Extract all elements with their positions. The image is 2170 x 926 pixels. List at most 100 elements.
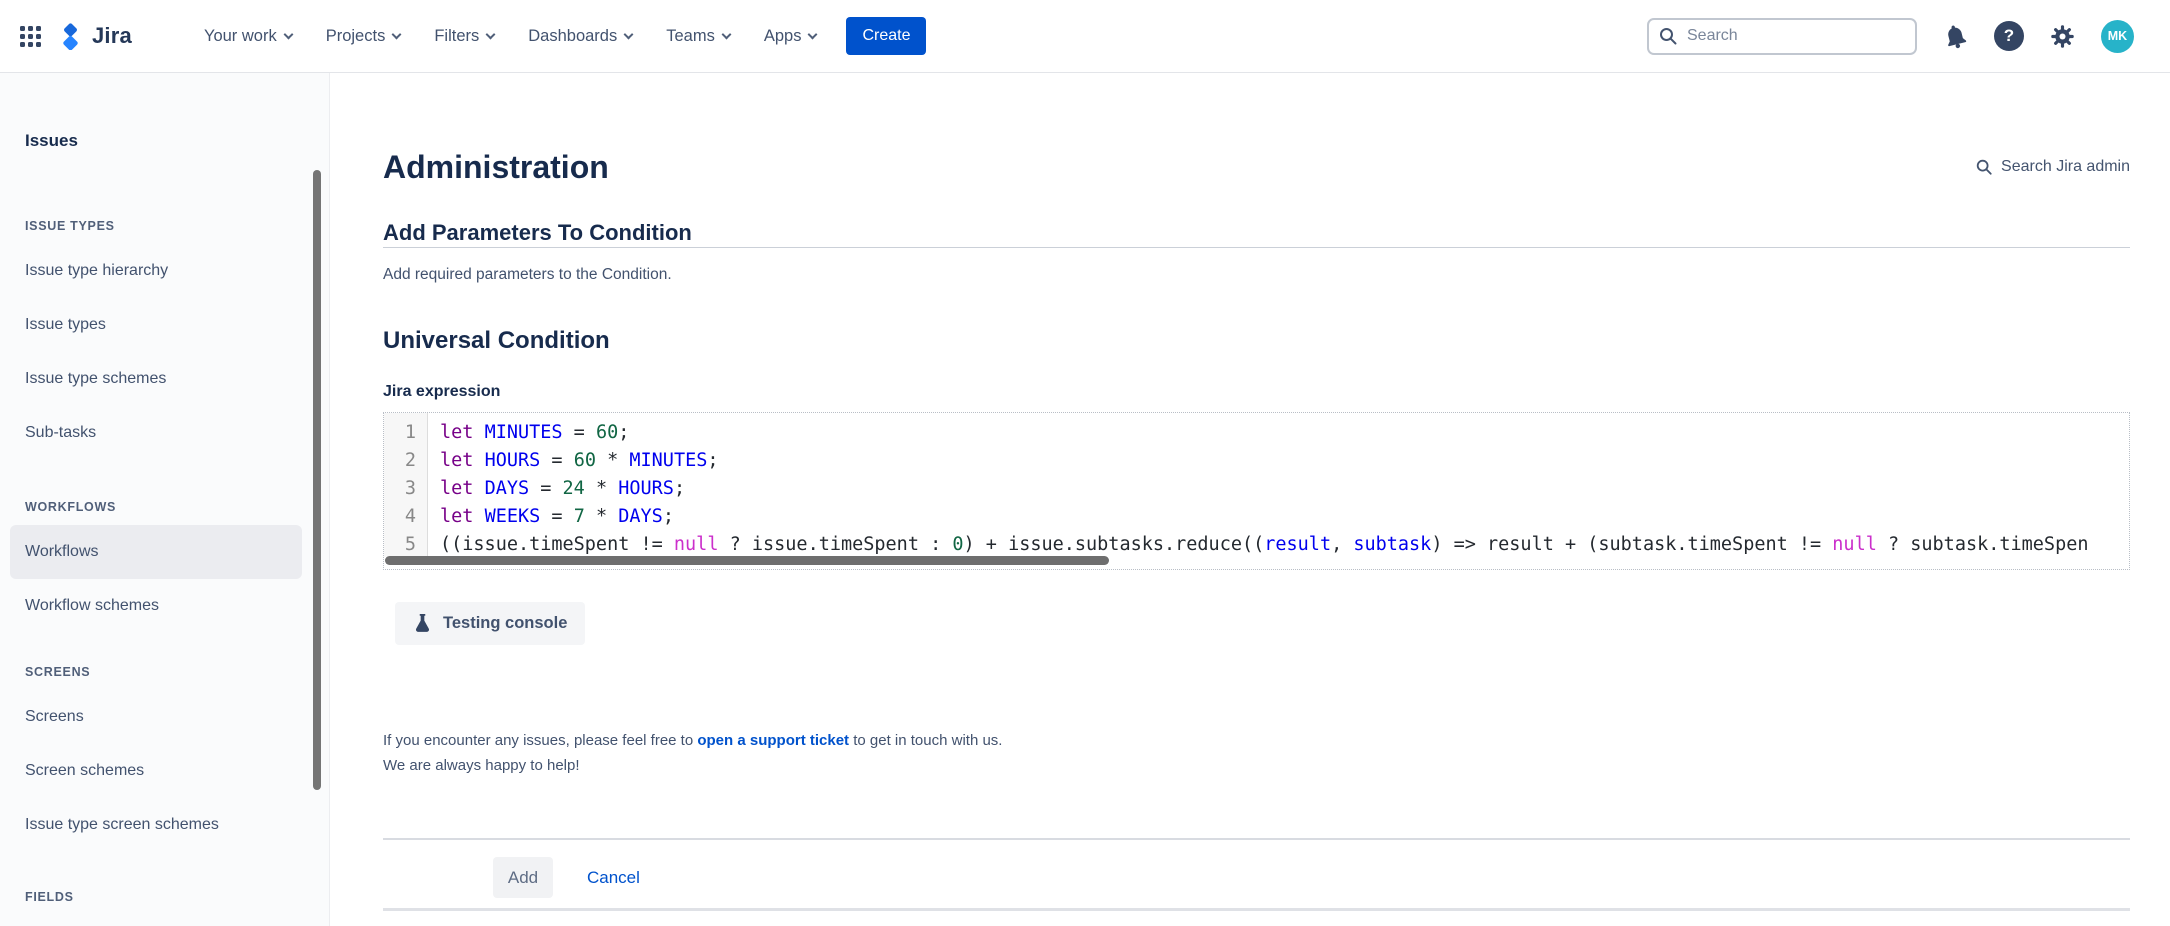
- open-support-ticket-link[interactable]: open a support ticket: [697, 732, 849, 749]
- nav-label: Apps: [764, 27, 802, 46]
- chevron-down-icon: [808, 29, 818, 39]
- flask-icon: [413, 613, 432, 634]
- nav-item-your-work[interactable]: Your work: [190, 19, 306, 54]
- app-switcher-button[interactable]: [20, 26, 41, 47]
- code-token: let: [440, 478, 473, 499]
- line-number: 2: [384, 447, 427, 475]
- sidebar-item-issue-type-screen-schemes[interactable]: Issue type screen schemes: [10, 798, 302, 852]
- testing-console-button[interactable]: Testing console: [395, 602, 585, 645]
- chevron-down-icon: [486, 29, 496, 39]
- sidebar-section-screens: SCREENS Screens Screen schemes Issue typ…: [0, 665, 329, 852]
- sidebar-item-sub-tasks[interactable]: Sub-tasks: [10, 406, 302, 460]
- support-text-line2: We are always happy to help!: [383, 754, 2130, 777]
- code-token: ) => result + (subtask.timeSpent !=: [1431, 534, 1832, 555]
- nav-item-apps[interactable]: Apps: [750, 19, 831, 54]
- sidebar-scrollbar[interactable]: [313, 170, 321, 790]
- code-token: 24: [563, 478, 585, 499]
- sidebar-section-heading: SCREENS: [25, 665, 329, 680]
- line-number: 5: [384, 531, 427, 559]
- jira-logo-icon: [57, 23, 84, 50]
- support-text-after: to get in touch with us.: [849, 732, 1002, 749]
- line-number: 3: [384, 475, 427, 503]
- add-button[interactable]: Add: [493, 857, 553, 898]
- line-number: 4: [384, 503, 427, 531]
- code-token: *: [596, 450, 629, 471]
- jira-expression-label: Jira expression: [383, 382, 2130, 402]
- sidebar-item-screen-schemes[interactable]: Screen schemes: [10, 744, 302, 798]
- notifications-button[interactable]: [1942, 23, 1969, 50]
- code-token: =: [540, 450, 573, 471]
- nav-item-projects[interactable]: Projects: [312, 19, 415, 54]
- jira-logo[interactable]: Jira: [57, 23, 132, 50]
- nav-label: Projects: [326, 27, 386, 46]
- sidebar-item-workflow-schemes[interactable]: Workflow schemes: [10, 579, 302, 633]
- avatar[interactable]: MK: [2101, 20, 2134, 53]
- code-token: let: [440, 506, 473, 527]
- code-line[interactable]: let DAYS = 24 * HOURS;: [440, 475, 2129, 503]
- chevron-down-icon: [283, 29, 293, 39]
- settings-button[interactable]: [2049, 23, 2076, 50]
- editor-code[interactable]: let MINUTES = 60;let HOURS = 60 * MINUTE…: [429, 413, 2129, 559]
- topbar-right-cluster: ? MK: [1647, 18, 2134, 55]
- code-token: ,: [1331, 534, 1353, 555]
- nav-item-dashboards[interactable]: Dashboards: [514, 19, 646, 54]
- sidebar-item-label: Screens: [25, 708, 84, 726]
- chevron-down-icon: [392, 29, 402, 39]
- code-line[interactable]: ((issue.timeSpent != null ? issue.timeSp…: [440, 531, 2129, 559]
- main-content: Administration Search Jira admin Add Par…: [330, 73, 2170, 926]
- sidebar-item-screens[interactable]: Screens: [10, 690, 302, 744]
- nav-label: Teams: [666, 27, 715, 46]
- code-token: result: [1264, 534, 1331, 555]
- support-text: If you encounter any issues, please feel…: [383, 729, 2130, 752]
- sidebar-section-heading: FIELDS: [25, 890, 329, 905]
- sidebar-item-label: Workflows: [25, 543, 99, 561]
- editor-horizontal-scrollbar[interactable]: [385, 556, 1109, 565]
- nav-item-filters[interactable]: Filters: [420, 19, 508, 54]
- code-editor[interactable]: 12345 let MINUTES = 60;let HOURS = 60 * …: [383, 412, 2130, 570]
- sidebar-section-workflows: WORKFLOWS Workflows Workflow schemes: [0, 500, 329, 633]
- code-token: MINUTES: [485, 422, 563, 443]
- page-title: Administration: [383, 147, 609, 187]
- chevron-down-icon: [721, 29, 731, 39]
- search-jira-admin-link[interactable]: Search Jira admin: [1975, 158, 2130, 176]
- bell-icon: [1939, 20, 1972, 53]
- search-input[interactable]: [1647, 18, 1917, 55]
- primary-nav: Your work Projects Filters Dashboards Te…: [190, 19, 831, 54]
- form-actions: Add Cancel: [493, 857, 2130, 898]
- sidebar-item-label: Workflow schemes: [25, 597, 159, 615]
- sidebar-item-workflows[interactable]: Workflows: [10, 525, 302, 579]
- code-token: MINUTES: [629, 450, 707, 471]
- code-line[interactable]: let WEEKS = 7 * DAYS;: [440, 503, 2129, 531]
- code-token: HOURS: [618, 478, 674, 499]
- sidebar-item-issue-type-schemes[interactable]: Issue type schemes: [10, 352, 302, 406]
- sidebar-item-label: Sub-tasks: [25, 424, 96, 442]
- nav-label: Dashboards: [528, 27, 617, 46]
- admin-sidebar: Issues ISSUE TYPES Issue type hierarchy …: [0, 73, 330, 926]
- cancel-button[interactable]: Cancel: [587, 868, 640, 888]
- code-token: ? issue.timeSpent :: [718, 534, 952, 555]
- code-token: DAYS: [485, 478, 530, 499]
- create-button[interactable]: Create: [846, 17, 926, 55]
- section-description: Add required parameters to the Condition…: [383, 264, 2130, 286]
- code-token: [473, 506, 484, 527]
- help-button[interactable]: ?: [1994, 21, 2024, 51]
- sidebar-item-issue-types[interactable]: Issue types: [10, 298, 302, 352]
- code-token: null: [674, 534, 719, 555]
- nav-item-teams[interactable]: Teams: [652, 19, 744, 54]
- section-title: Add Parameters To Condition: [383, 219, 2130, 248]
- sidebar-item-issue-type-hierarchy[interactable]: Issue type hierarchy: [10, 244, 302, 298]
- code-line[interactable]: let HOURS = 60 * MINUTES;: [440, 447, 2129, 475]
- code-token: 7: [574, 506, 585, 527]
- gear-icon: [2049, 23, 2076, 50]
- code-token: 60: [574, 450, 596, 471]
- sidebar-section-heading: WORKFLOWS: [25, 500, 329, 515]
- global-search: [1647, 18, 1917, 55]
- search-jira-admin-label: Search Jira admin: [2001, 158, 2130, 176]
- chevron-down-icon: [624, 29, 634, 39]
- code-token: [473, 478, 484, 499]
- code-line[interactable]: let MINUTES = 60;: [440, 419, 2129, 447]
- sidebar-item-label: Issue type schemes: [25, 370, 166, 388]
- line-number: 1: [384, 419, 427, 447]
- divider: [383, 908, 2130, 911]
- testing-console-label: Testing console: [443, 614, 567, 633]
